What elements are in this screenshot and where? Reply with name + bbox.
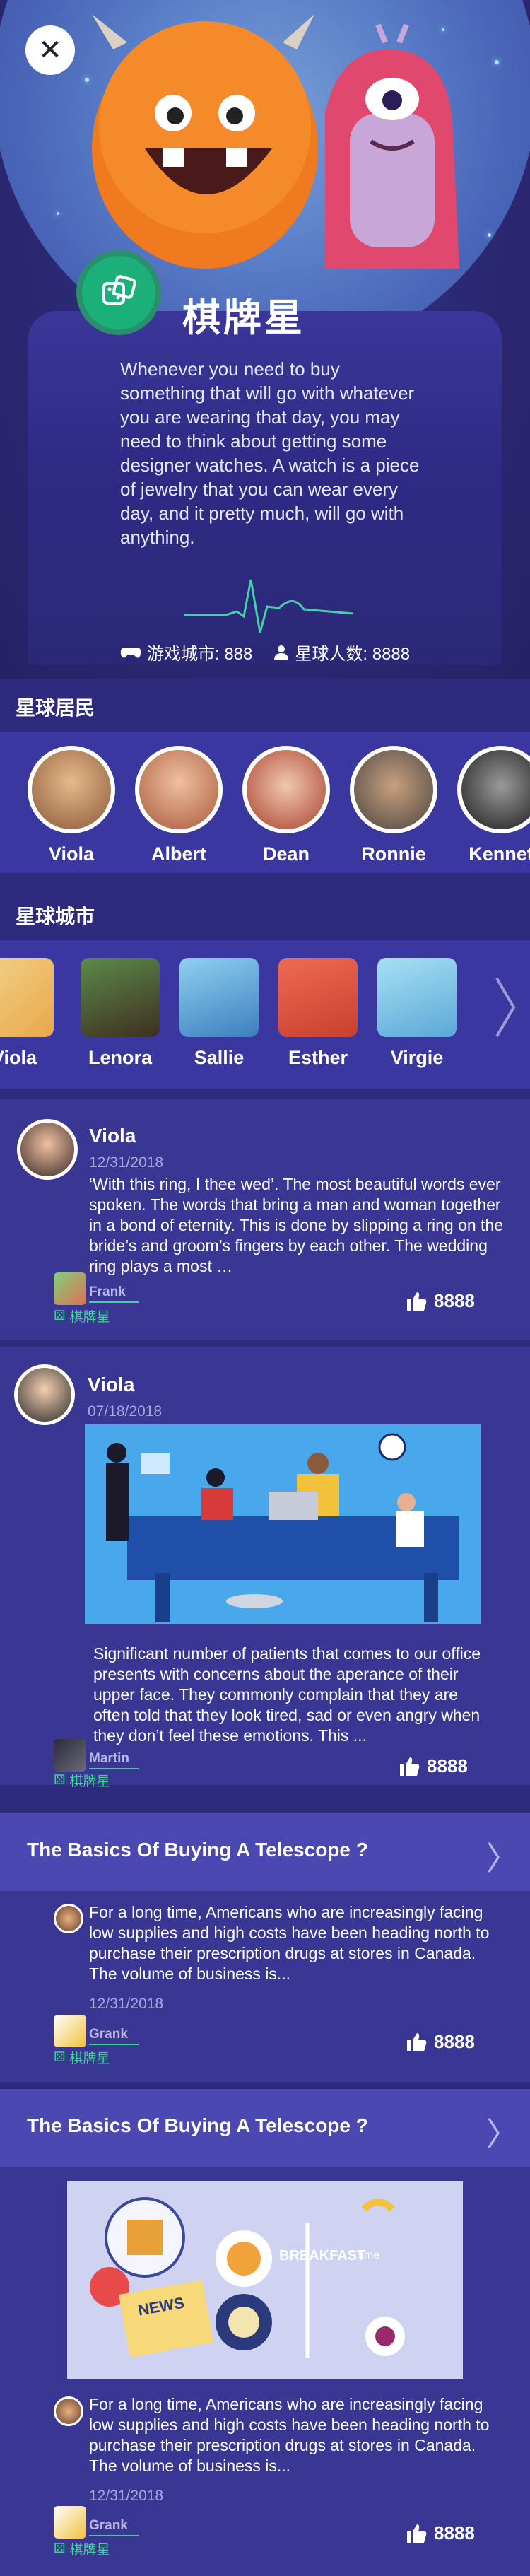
post-tag[interactable]: ⚄ 棋牌星 [54, 1306, 110, 1325]
post-card[interactable]: BREAKFAST time NEWS For a long time, Ame… [0, 2167, 530, 2576]
topic-title: The Basics Of Buying A Telescope ? [27, 2114, 368, 2136]
city-image [179, 958, 259, 1037]
post-date: 07/18/2018 [88, 1403, 163, 1419]
avatar [350, 746, 437, 833]
cities-title: 星球城市 [16, 906, 95, 927]
pulse-line-icon [184, 579, 353, 633]
chevron-right-icon: 〉 [486, 2116, 519, 2153]
post-tag[interactable]: ⚄ 棋牌星 [54, 1771, 110, 1790]
city-image [377, 958, 457, 1037]
post-date: 12/31/2018 [89, 1996, 164, 2012]
avatar [457, 746, 530, 833]
resident-item[interactable]: Kennet [448, 746, 530, 865]
city-image [0, 958, 54, 1037]
avatar [17, 1119, 78, 1180]
thumbs-up-icon [407, 2524, 427, 2543]
resident-item[interactable]: Dean [233, 746, 339, 865]
avatar [242, 746, 330, 833]
dice-icon: ⚄ [54, 2050, 66, 2065]
post-tag[interactable]: ⚄ 棋牌星 [54, 2048, 110, 2067]
author-thumbnail [54, 1739, 86, 1772]
author-thumbnail [54, 2506, 86, 2539]
close-icon: ✕ [38, 35, 62, 66]
cities-list[interactable]: Viola Lenora Sallie Esther Virgie [0, 940, 530, 1089]
like-button[interactable]: 8888 [407, 2031, 475, 2053]
dice-icon: ⚄ [54, 1309, 66, 1323]
city-image [278, 958, 358, 1037]
dice-icon: ⚄ [54, 1773, 66, 1788]
cities-stat: 游戏城市: 888 [120, 640, 252, 665]
dice-icon [102, 275, 136, 305]
post-text: Significant number of patients that come… [93, 1644, 481, 1745]
dice-icon: ⚄ [54, 2541, 66, 2556]
resident-item[interactable]: Ronnie [341, 746, 447, 865]
like-button[interactable]: 8888 [407, 2522, 475, 2544]
population-stat: 星球人数: 8888 [273, 640, 410, 665]
post-image[interactable]: BREAKFAST time NEWS [67, 2181, 463, 2379]
thumbs-up-icon [400, 1757, 420, 1776]
image-caption: BREAKFAST [279, 2248, 366, 2264]
gamepad-icon [120, 647, 141, 657]
post-username[interactable]: Viola [88, 1374, 134, 1396]
post-image[interactable] [85, 1424, 481, 1624]
post-text: For a long time, Americans who are incre… [89, 2395, 490, 2475]
avatar [135, 746, 223, 833]
resident-item[interactable]: Albert [126, 746, 232, 865]
city-image [81, 958, 160, 1037]
author-thumbnail [54, 2015, 86, 2047]
post-text: ‘With this ring, I thee wed’. The most b… [89, 1175, 504, 1275]
game-category-icon [76, 250, 161, 335]
image-caption-sub: time [358, 2249, 380, 2261]
post-text: For a long time, Americans who are incre… [89, 1903, 490, 1983]
chevron-right-icon: 〉 [486, 1840, 519, 1877]
resident-item[interactable]: Viola [18, 746, 124, 865]
office-meeting-illustration [85, 1424, 481, 1624]
city-item[interactable]: Viola [0, 958, 64, 1069]
breakfast-illustration [67, 2181, 463, 2379]
author-name[interactable]: Frank [89, 1284, 139, 1303]
thumbs-up-icon [407, 1292, 427, 1311]
city-item[interactable]: Esther [269, 958, 367, 1069]
post-username[interactable]: Viola [89, 1125, 136, 1147]
avatar [54, 1904, 83, 1933]
hero-section: ✕ 棋牌星 Whenever you need to buy something… [0, 0, 530, 679]
post-card[interactable]: For a long time, Americans who are incre… [0, 1891, 530, 2082]
post-date: 12/31/2018 [89, 1154, 164, 1171]
thumbs-up-icon [407, 2032, 427, 2051]
topic-title: The Basics Of Buying A Telescope ? [27, 1839, 368, 1861]
author-name[interactable]: Grank [89, 2027, 139, 2045]
post-card[interactable]: Viola 07/18/2018 Significant number of p… [0, 1347, 530, 1789]
topic-header[interactable]: The Basics Of Buying A Telescope ? 〉 [0, 1813, 530, 1891]
author-name[interactable]: Martin [89, 1751, 139, 1769]
city-item[interactable]: Sallie [170, 958, 269, 1069]
close-button[interactable]: ✕ [25, 25, 75, 75]
avatar [28, 746, 115, 833]
person-icon [274, 645, 289, 660]
residents-list[interactable]: Viola Albert Dean Ronnie Kennet [0, 732, 530, 873]
like-button[interactable]: 8888 [407, 1290, 475, 1312]
avatar [14, 1364, 75, 1425]
city-item[interactable]: Virgie [367, 958, 466, 1069]
chevron-right-icon[interactable] [491, 976, 519, 1039]
post-card[interactable]: Viola 12/31/2018 ‘With this ring, I thee… [0, 1099, 530, 1340]
game-title: 棋牌星 [182, 297, 305, 339]
residents-title: 星球居民 [16, 697, 95, 719]
topic-header[interactable]: The Basics Of Buying A Telescope ? 〉 [0, 2089, 530, 2167]
city-item[interactable]: Lenora [71, 958, 170, 1069]
author-name[interactable]: Grank [89, 2518, 139, 2536]
game-stats: 游戏城市: 888 星球人数: 8888 [120, 640, 410, 665]
post-date: 12/31/2018 [89, 2488, 164, 2504]
author-thumbnail [54, 1272, 86, 1305]
post-tag[interactable]: ⚄ 棋牌星 [54, 2539, 110, 2558]
avatar [54, 2396, 83, 2426]
game-description: Whenever you need to buy something that … [120, 358, 420, 548]
like-button[interactable]: 8888 [400, 1755, 468, 1777]
